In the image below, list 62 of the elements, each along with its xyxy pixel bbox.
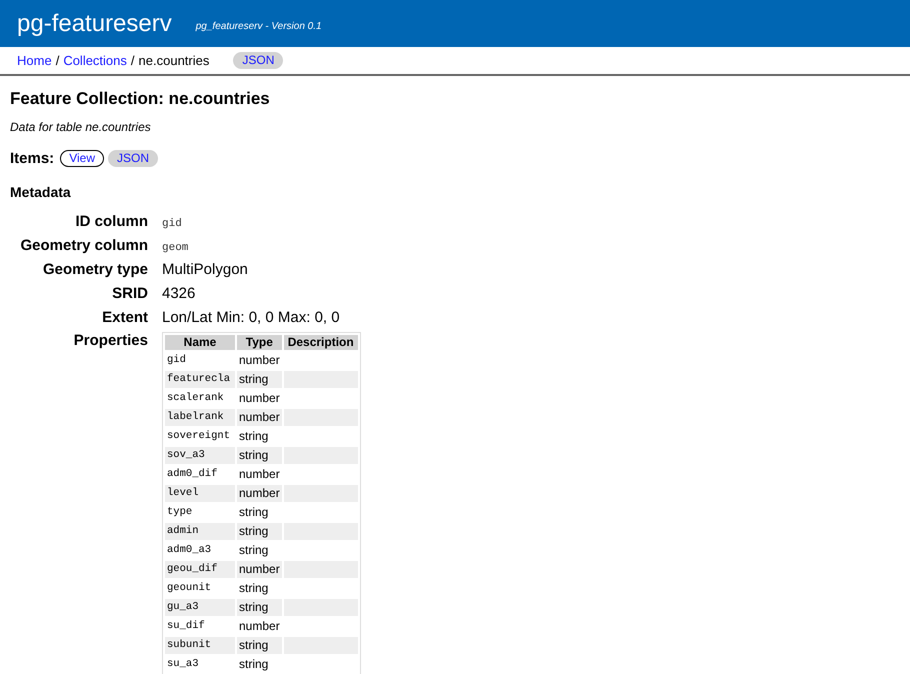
table-cell-text: adm0_a3 — [166, 543, 212, 558]
table-cell-text: number — [238, 390, 281, 407]
table-cell: string — [237, 599, 282, 616]
field-label: ID column — [74, 212, 148, 232]
table-cell-text: number — [238, 466, 281, 483]
field-value: geom — [162, 241, 190, 256]
field-label: Geometry column — [19, 236, 148, 256]
page-heading: Feature Collection: ne.countries — [10, 88, 271, 110]
table-cell-text: number — [238, 352, 281, 369]
table-cell: number — [237, 485, 282, 502]
table-cell-text: string — [238, 580, 270, 597]
breadcrumb-link[interactable]: Home — [17, 50, 52, 70]
section-heading: Metadata — [10, 183, 72, 202]
table-cell-text: su_a3 — [166, 657, 200, 672]
column-header: Name — [165, 335, 235, 350]
table-cell-text: geounit — [166, 581, 212, 596]
table-cell: string — [237, 523, 282, 540]
column-header: Description — [284, 335, 358, 350]
table-cell: gu_a3 — [165, 599, 235, 616]
table-cell: level — [165, 485, 235, 502]
breadcrumb-separator: / — [130, 52, 135, 70]
table-cell: number — [237, 409, 282, 426]
table-cell: geou_dif — [165, 561, 235, 578]
table-cell-text: sovereignt — [166, 429, 232, 444]
table-cell: string — [237, 447, 282, 464]
table-cell-text: number — [238, 618, 281, 635]
field-value: MultiPolygon — [162, 260, 249, 280]
table-cell: labelrank — [165, 409, 235, 426]
field-label: SRID — [111, 284, 148, 304]
field-label: Properties — [72, 331, 148, 351]
view-button[interactable]: View — [60, 150, 104, 168]
table-cell-text: string — [238, 542, 270, 559]
table-cell-text: string — [238, 428, 270, 445]
version-text: pg_featureserv - Version 0.1 — [196, 20, 322, 34]
field-label: Extent — [101, 308, 148, 328]
breadcrumb-separator: / — [56, 52, 60, 70]
json-button[interactable]: JSON — [233, 52, 284, 69]
description-text: Data for table ne.countries — [10, 118, 152, 136]
table-cell: string — [237, 637, 282, 654]
table-cell-text: string — [238, 504, 270, 521]
column-header: Type — [237, 335, 282, 350]
field-value: gid — [162, 217, 183, 232]
site-title: pg-featureserv — [17, 12, 172, 36]
json-button[interactable]: JSON — [108, 150, 158, 168]
table-cell: string — [237, 371, 282, 388]
table-cell: featurecla — [165, 371, 235, 388]
field-value: Lon/Lat Min: 0, 0 Max: 0, 0 — [162, 308, 341, 328]
table-cell: subunit — [165, 637, 235, 654]
field-label: Geometry type — [42, 260, 148, 280]
table-cell-text: gid — [166, 353, 187, 368]
breadcrumb-link[interactable]: Collections — [63, 50, 127, 70]
table-cell-text: adm0_dif — [166, 467, 218, 482]
table-cell: admin — [165, 523, 235, 540]
table-cell: number — [237, 561, 282, 578]
table-cell-text: scalerank — [166, 391, 225, 406]
table-cell-text: type — [166, 505, 194, 520]
table-cell-text: string — [238, 656, 270, 673]
table-cell: sov_a3 — [165, 447, 235, 464]
table-cell-text: su_dif — [166, 619, 206, 634]
field-value: 4326 — [162, 284, 196, 304]
items-label: Items: — [10, 148, 54, 168]
breadcrumb-current: ne.countries — [138, 52, 210, 70]
